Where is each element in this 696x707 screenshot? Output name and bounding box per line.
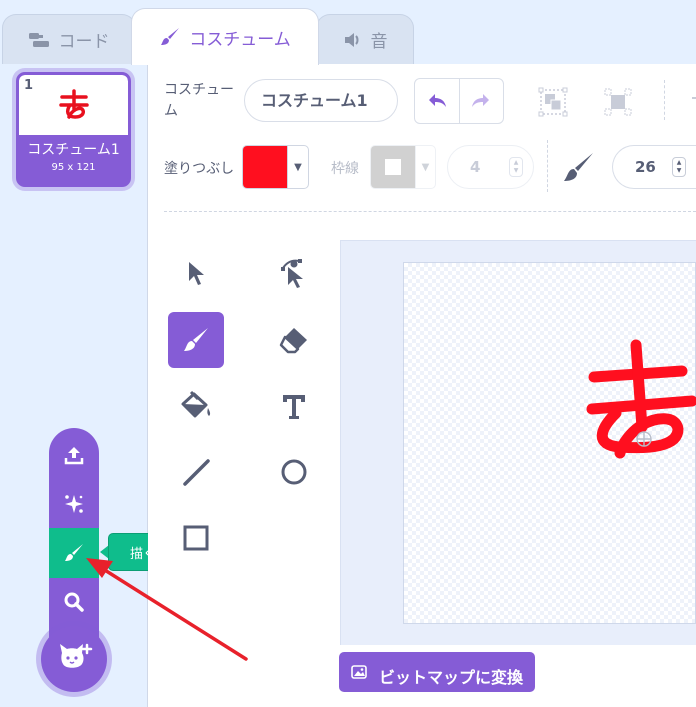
tab-label: コスチューム (189, 29, 291, 50)
tab-costumes[interactable]: コスチューム (131, 8, 319, 65)
paintbrush-icon (159, 26, 181, 48)
annotation-arrow (86, 558, 248, 661)
